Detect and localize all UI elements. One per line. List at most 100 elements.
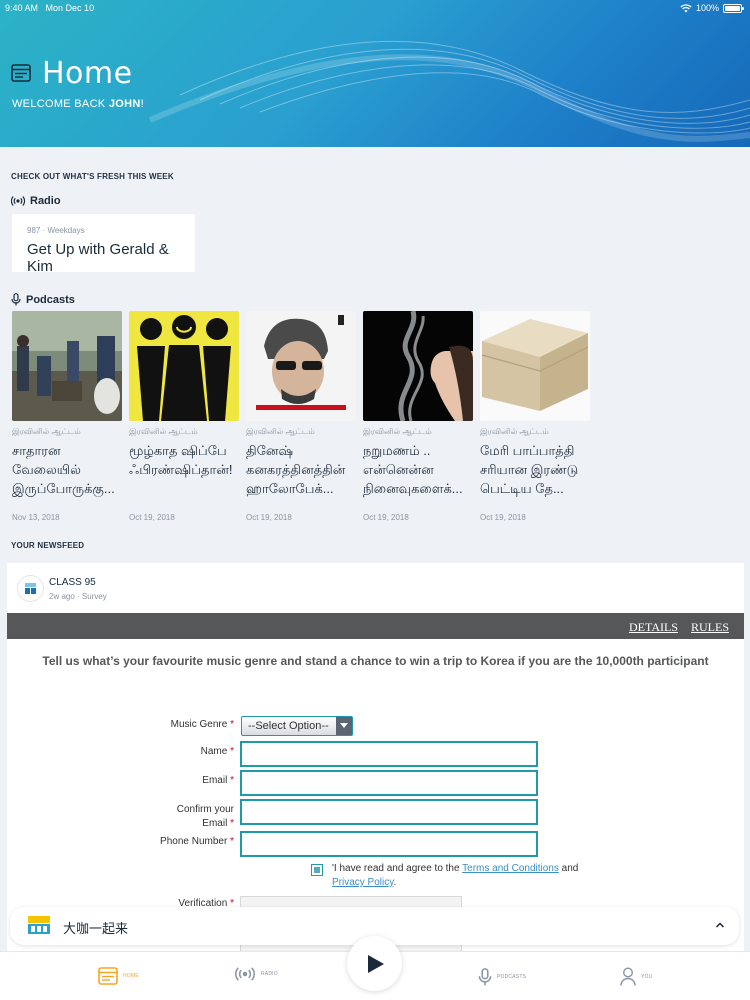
podcast-thumbnail — [129, 311, 239, 421]
newspaper-icon — [11, 64, 31, 82]
page-title: Home — [42, 56, 133, 91]
podcast-thumbnail — [480, 311, 590, 421]
class95-logo-icon — [25, 583, 36, 594]
email-label: Email * — [202, 774, 234, 788]
play-button[interactable] — [347, 936, 402, 991]
battery-percent: 100% — [695, 3, 719, 13]
status-right: 100% — [680, 3, 744, 13]
user-name: JOHN — [108, 98, 141, 110]
podcast-title: மூழ்காத ஷிப்பே ஃபிரண்ஷிப்தான்! — [129, 443, 233, 477]
phone-field[interactable] — [240, 831, 538, 857]
confirm-email-label: Confirm your Email * — [177, 803, 234, 831]
welcome-message: WELCOME BACK JOHN! — [12, 98, 144, 110]
email-label-text: Email — [202, 775, 228, 786]
radio-heading-label: Radio — [30, 195, 61, 207]
required-marker: * — [230, 746, 234, 757]
podcasts-heading: Podcasts — [11, 293, 75, 306]
tab-you[interactable]: YOU — [620, 967, 652, 986]
tab-podcasts-label: PODCASTS — [497, 974, 527, 980]
required-marker: * — [230, 719, 234, 730]
play-icon — [368, 955, 384, 973]
terms-link[interactable]: Terms and Conditions — [462, 863, 559, 874]
radio-broadcast-icon — [235, 967, 255, 981]
required-marker: * — [230, 775, 234, 786]
podcast-title: மேரி பாப்பாத்தி சரியான இரண்டு பெட்டிய தே… — [480, 443, 579, 496]
agree-prefix: 'I have read and agree to the — [332, 863, 463, 874]
radio-show-title: Get Up with Gerald & Kim — [27, 241, 169, 275]
player-station-name: 大咖一起来 — [63, 921, 129, 936]
podcast-card[interactable]: இரவினில் ஆட்டம் சாதாரன வேலையில் இருப்போர… — [12, 311, 122, 522]
post-time: 2w ago — [49, 592, 75, 601]
radio-show-card[interactable]: 987 · Weekdays Get Up with Gerald & Kim — [12, 214, 195, 275]
fresh-section-label: CHECK OUT WHAT'S FRESH THIS WEEK — [11, 172, 174, 181]
agree-end: . — [393, 877, 397, 888]
tab-home[interactable]: HOME — [98, 967, 139, 985]
podcast-card[interactable]: இரவினில் ஆட்டம் மேரி பாப்பாத்தி சரியான இ… — [480, 311, 590, 522]
genre-label-text: Music Genre — [170, 719, 228, 730]
microphone-icon — [478, 968, 492, 986]
podcast-list: இரவினில் ஆட்டம் சாதாரன வேலையில் இருப்போர… — [12, 311, 590, 522]
podcast-date: Oct 19, 2018 — [246, 513, 292, 522]
microphone-icon — [11, 293, 21, 306]
genre-select[interactable]: --Select Option-- — [241, 716, 353, 736]
wifi-icon — [680, 3, 692, 12]
phone-label: Phone Number * — [160, 835, 234, 849]
required-marker: * — [230, 818, 234, 829]
newspaper-icon — [98, 967, 118, 985]
podcast-date: Nov 13, 2018 — [12, 513, 60, 522]
podcast-date: Oct 19, 2018 — [129, 513, 175, 522]
email-field[interactable] — [240, 770, 538, 796]
chevron-up-icon[interactable] — [715, 920, 725, 930]
status-time: 9:40 AM — [5, 3, 39, 13]
status-time-date: 9:40 AM Mon Dec 10 — [5, 3, 94, 13]
required-marker: * — [230, 836, 234, 847]
agree-checkbox[interactable] — [311, 864, 323, 876]
station-logo-icon — [28, 916, 50, 934]
name-label-text: Name — [200, 746, 228, 757]
station-avatar[interactable] — [17, 575, 44, 602]
home-header: 9:40 AM Mon Dec 10 100% Home WELCOME BAC… — [0, 0, 750, 147]
user-icon — [620, 967, 636, 986]
status-date: Mon Dec 10 — [45, 3, 95, 13]
podcast-category: இரவினில் ஆட்டம் — [246, 427, 315, 436]
genre-label: Music Genre * — [171, 718, 234, 732]
post-source[interactable]: CLASS 95 — [49, 577, 96, 588]
agree-text: 'I have read and agree to the Terms and … — [332, 862, 612, 890]
welcome-suffix: ! — [140, 98, 144, 110]
details-link[interactable]: DETAILS — [629, 620, 678, 635]
rules-link[interactable]: RULES — [691, 620, 729, 635]
tab-radio-label: RADIO — [261, 971, 278, 977]
podcast-card[interactable]: இரவினில் ஆட்டம் தினேஷ் கனகரத்தினத்தின் ஹ… — [246, 311, 356, 522]
tab-podcasts[interactable]: PODCASTS — [478, 967, 526, 987]
chevron-down-icon — [336, 717, 352, 735]
name-label: Name * — [201, 745, 234, 759]
name-field[interactable] — [240, 741, 538, 767]
podcasts-heading-label: Podcasts — [26, 293, 75, 306]
radio-show-meta: 987 · Weekdays — [27, 226, 85, 235]
podcast-thumbnail — [363, 311, 473, 421]
genre-select-value: --Select Option-- — [248, 720, 329, 732]
survey-prompt: Tell us what’s your favourite music genr… — [42, 654, 709, 668]
tab-radio[interactable]: RADIO — [234, 967, 278, 981]
tab-you-label: YOU — [641, 973, 653, 980]
tab-home-label: HOME — [123, 973, 139, 979]
confirm-label-line1: Confirm your — [176, 804, 234, 815]
radio-heading: Radio — [11, 195, 61, 207]
podcast-category: இரவினில் ஆட்டம் — [12, 427, 81, 436]
privacy-link[interactable]: Privacy Policy — [332, 877, 394, 888]
podcast-category: இரவினில் ஆட்டம் — [129, 427, 198, 436]
podcast-card[interactable]: இரவினில் ஆட்டம் நறுமணம் .. என்னென்ன நினை… — [363, 311, 473, 522]
status-bar: 9:40 AM Mon Dec 10 100% — [5, 2, 744, 16]
podcast-thumbnail — [12, 311, 122, 421]
podcast-date: Oct 19, 2018 — [363, 513, 409, 522]
confirm-email-field[interactable] — [240, 799, 538, 825]
podcast-card[interactable]: இரவினில் ஆட்டம் மூழ்காத ஷிப்பே ஃபிரண்ஷிப… — [129, 311, 239, 522]
podcast-title: சாதாரன வேலையில் இருப்போருக்கு... — [12, 443, 115, 496]
post-header: CLASS 95 2w ago · Survey — [7, 563, 744, 613]
podcast-thumbnail — [246, 311, 356, 421]
podcast-category: இரவினில் ஆட்டம் — [363, 427, 432, 436]
radio-broadcast-icon — [11, 196, 25, 206]
podcast-date: Oct 19, 2018 — [480, 513, 526, 522]
podcast-category: இரவினில் ஆட்டம் — [480, 427, 549, 436]
podcast-title: தினேஷ் கனகரத்தினத்தின் ஹாலோபேக்... — [246, 443, 346, 496]
